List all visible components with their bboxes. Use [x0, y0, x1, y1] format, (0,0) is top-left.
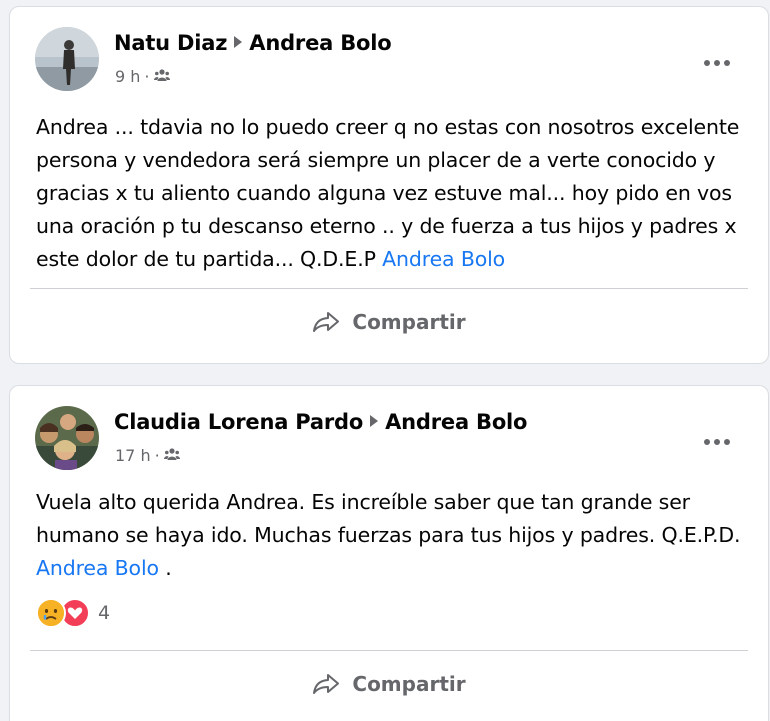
group-icon: [163, 446, 180, 465]
dot-icon: [724, 60, 730, 66]
group-icon: [153, 67, 170, 86]
arrow-right-icon: [234, 36, 243, 48]
target-name[interactable]: Andrea Bolo: [249, 31, 391, 55]
author-name[interactable]: Natu Diaz: [114, 31, 227, 55]
reaction-count: 4: [98, 602, 111, 624]
share-icon: [313, 674, 340, 694]
share-button[interactable]: Compartir: [30, 296, 748, 348]
post-time[interactable]: 17 h: [115, 446, 151, 465]
post-header: Natu Diaz Andrea Bolo 9 h ·: [35, 27, 743, 97]
more-options-button[interactable]: [699, 45, 735, 81]
dot-icon: [724, 439, 730, 445]
post-card: Claudia Lorena Pardo Andrea Bolo 17 h ·: [9, 385, 769, 721]
post-author-line: Natu Diaz Andrea Bolo: [114, 31, 392, 55]
avatar[interactable]: [35, 406, 99, 470]
author-name[interactable]: Claudia Lorena Pardo: [114, 410, 363, 434]
share-label: Compartir: [352, 310, 466, 334]
post-author-line: Claudia Lorena Pardo Andrea Bolo: [114, 410, 527, 434]
post-card: Natu Diaz Andrea Bolo 9 h · Andrea ... t…: [9, 6, 769, 364]
reactions-summary[interactable]: 4: [36, 598, 110, 628]
sad-reaction-icon: [36, 598, 66, 628]
mention-link[interactable]: Andrea Bolo: [382, 247, 505, 271]
divider: [30, 650, 748, 651]
dot-icon: [714, 60, 720, 66]
separator: ·: [144, 67, 150, 86]
mention-link[interactable]: Andrea Bolo: [36, 556, 159, 580]
dot-icon: [714, 439, 720, 445]
avatar[interactable]: [35, 27, 99, 91]
more-options-button[interactable]: [699, 424, 735, 460]
dot-icon: [704, 439, 710, 445]
share-button[interactable]: Compartir: [30, 658, 748, 710]
post-meta: 9 h ·: [115, 67, 170, 86]
post-time[interactable]: 9 h: [115, 67, 140, 86]
post-meta: 17 h ·: [115, 446, 180, 465]
dot-icon: [704, 60, 710, 66]
post-text: Andrea ... tdavia no lo puedo creer q no…: [36, 111, 750, 276]
arrow-right-icon: [370, 415, 379, 427]
post-body-tail: .: [158, 556, 172, 580]
divider: [30, 288, 748, 289]
share-icon: [313, 312, 340, 332]
post-header: Claudia Lorena Pardo Andrea Bolo 17 h ·: [35, 406, 743, 476]
separator: ·: [154, 446, 160, 465]
target-name[interactable]: Andrea Bolo: [385, 410, 527, 434]
feed: Natu Diaz Andrea Bolo 9 h · Andrea ... t…: [0, 0, 770, 721]
post-body: Vuela alto querida Andrea. Es increíble …: [36, 490, 741, 547]
share-label: Compartir: [352, 672, 466, 696]
post-text: Vuela alto querida Andrea. Es increíble …: [36, 486, 750, 585]
